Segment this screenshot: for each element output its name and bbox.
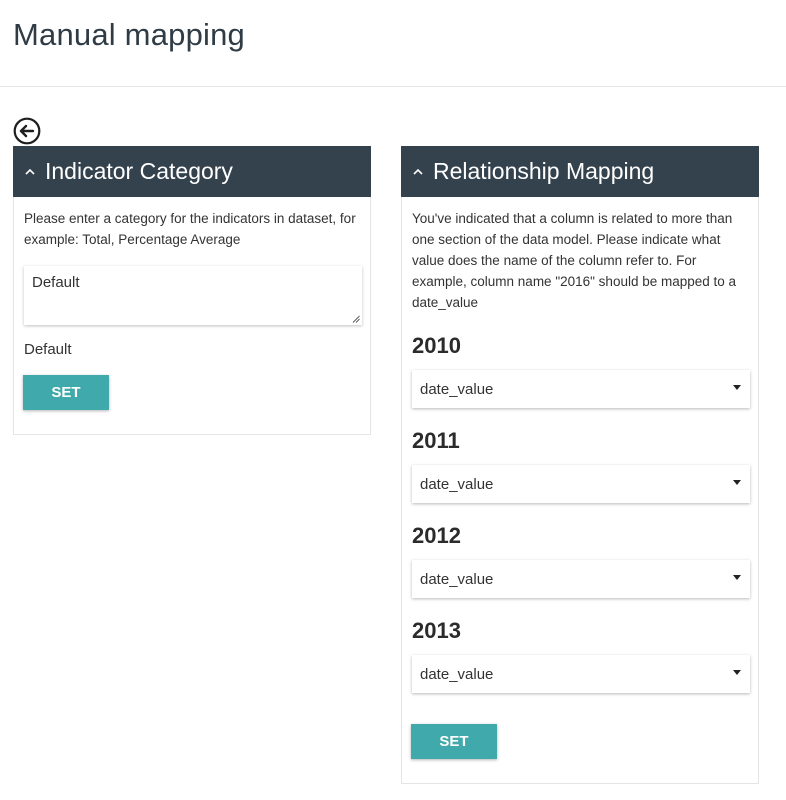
select-value: date_value [420, 380, 494, 398]
caret-down-icon [733, 575, 741, 580]
mapping-select-2012[interactable]: date_value [412, 560, 750, 598]
year-label: 2012 [412, 523, 461, 548]
indicator-category-description: Please enter a category for the indicato… [24, 211, 356, 247]
arrow-left-circle-icon [13, 117, 41, 145]
back-button[interactable] [13, 117, 41, 145]
chevron-up-icon [25, 168, 35, 175]
mapping-select-2011[interactable]: date_value [412, 465, 750, 503]
year-label: 2011 [412, 428, 460, 453]
select-value: date_value [420, 475, 494, 493]
relationship-mapping-title: Relationship Mapping [433, 158, 655, 184]
mapping-row-2010: 2010 date_value [412, 333, 750, 408]
relationship-mapping-panel: Relationship Mapping You've indicated th… [401, 146, 759, 784]
indicator-category-header[interactable]: Indicator Category [13, 146, 371, 197]
mapping-row-2013: 2013 date_value [412, 618, 750, 693]
set-category-button[interactable]: SET [23, 375, 109, 410]
indicator-category-panel: Indicator Category Please enter a catego… [13, 146, 371, 435]
indicator-category-title: Indicator Category [45, 158, 233, 184]
select-value: date_value [420, 570, 494, 588]
mapping-select-2010[interactable]: date_value [412, 370, 750, 408]
category-input[interactable]: Default [24, 266, 362, 325]
caret-down-icon [733, 670, 741, 675]
mapping-select-2013[interactable]: date_value [412, 655, 750, 693]
relationship-mapping-description: You've indicated that a column is relate… [412, 211, 737, 310]
chevron-up-icon [413, 168, 423, 175]
select-value: date_value [420, 665, 494, 683]
caret-down-icon [733, 385, 741, 390]
caret-down-icon [733, 480, 741, 485]
current-category-value: Default [24, 341, 72, 358]
page-title: Manual mapping [13, 17, 246, 52]
page-header: Manual mapping [0, 0, 786, 87]
year-label: 2010 [412, 333, 461, 358]
category-textarea-wrapper: Default [24, 266, 362, 325]
relationship-mapping-header[interactable]: Relationship Mapping [401, 146, 759, 197]
mapping-row-2011: 2011 date_value [412, 428, 750, 503]
mapping-row-2012: 2012 date_value [412, 523, 750, 598]
set-mapping-button[interactable]: SET [411, 724, 497, 759]
year-label: 2013 [412, 618, 461, 643]
